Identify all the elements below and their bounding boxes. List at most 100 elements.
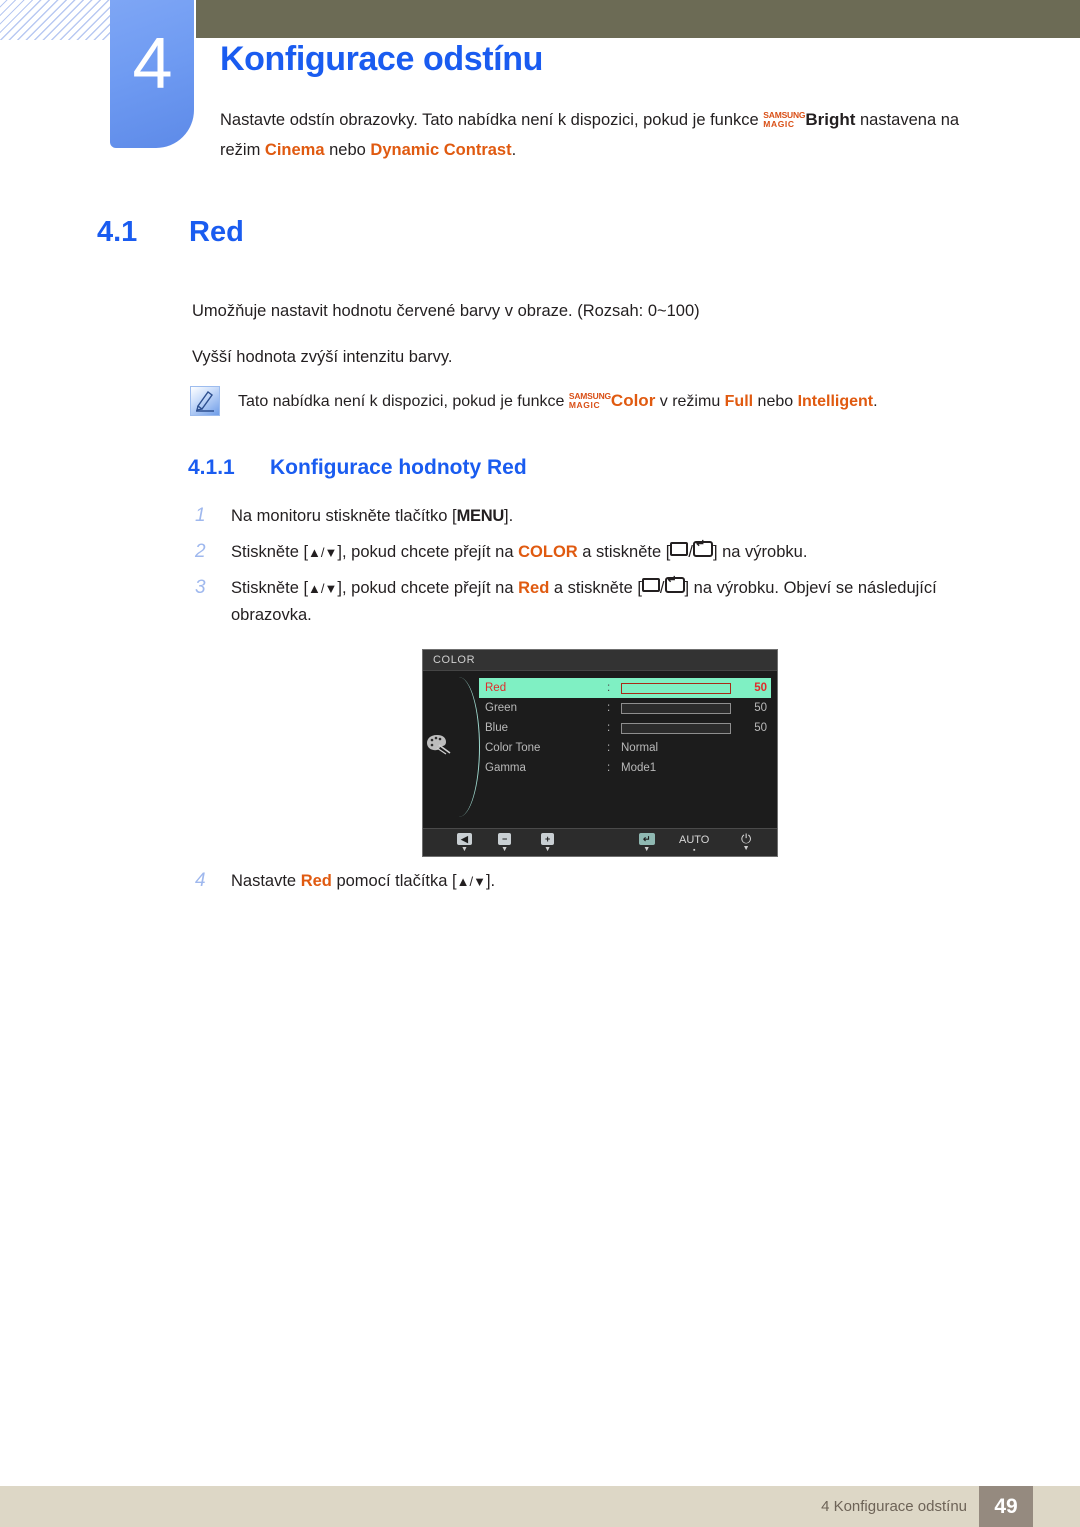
auto-button[interactable]: AUTO ▪ — [679, 834, 709, 854]
section-paragraph-1: Umožňuje nastavit hodnotu červené barvy … — [192, 302, 700, 320]
back-button[interactable]: ◀ ▼ — [457, 833, 472, 853]
osd-colon: : — [607, 742, 611, 754]
up-down-arrows-icon: ▲/▼ — [308, 545, 338, 560]
section-heading: 4.1 Red — [97, 216, 244, 249]
plus-icon: + — [541, 833, 555, 846]
enter-tick: ▼ — [643, 846, 651, 853]
osd-slider-green[interactable] — [621, 702, 731, 714]
intro-joiner: nebo — [324, 141, 371, 159]
magic-bottom-line: MAGIC — [763, 119, 795, 129]
power-icon: ⏻ — [741, 831, 752, 846]
power-button[interactable]: ⏻ ▼ — [741, 832, 751, 852]
steps-list: 1 Na monitoru stiskněte tlačítko [MENU].… — [192, 503, 1012, 638]
osd-body: Red : 50 Green : 50 Blue : 50 Color Tone… — [423, 671, 777, 828]
plus-tick: ▼ — [544, 846, 552, 853]
step-number: 3 — [195, 577, 206, 598]
up-down-arrows-icon: ▲/▼ — [456, 874, 486, 889]
osd-row-color-tone[interactable]: Color Tone : Normal — [479, 738, 771, 758]
osd-value-gamma: Mode1 — [621, 762, 657, 774]
page-number: 49 — [979, 1486, 1033, 1527]
color-palette-icon — [427, 735, 451, 755]
step4-before: Nastavte — [231, 872, 301, 890]
chapter-intro: Nastavte odstín obrazovky. Tato nabídka … — [220, 105, 980, 165]
intro-mode-dynamic-contrast: Dynamic Contrast — [370, 141, 512, 159]
osd-slider-red[interactable] — [621, 682, 731, 694]
up-down-arrows-icon: ▲/▼ — [308, 581, 338, 596]
osd-row-gamma[interactable]: Gamma : Mode1 — [479, 758, 771, 778]
osd-value-red: 50 — [754, 682, 767, 694]
step1-key-menu: MENU — [456, 507, 505, 525]
osd-title-bar: COLOR — [423, 650, 777, 671]
step3-mid2: a stiskněte [ — [549, 579, 642, 597]
section-number: 4.1 — [97, 216, 138, 248]
enter-icon: ↵ — [639, 833, 655, 846]
step3-mid3: / — [659, 579, 665, 597]
hatch-decoration — [0, 0, 112, 40]
step-number: 2 — [195, 541, 206, 562]
osd-row-blue[interactable]: Blue : 50 — [479, 718, 771, 738]
enter-button[interactable]: ↵ ▼ — [639, 833, 655, 853]
back-icon: ◀ — [457, 833, 472, 846]
minus-icon: − — [498, 833, 512, 846]
intro-period: . — [511, 141, 517, 159]
osd-value-green: 50 — [754, 702, 767, 714]
step2-before: Stiskněte [ — [231, 543, 309, 561]
samsung-magic-logo: SAMSUNG MAGIC — [763, 111, 805, 129]
note-mode-full: Full — [724, 393, 754, 410]
page-title: Konfigurace odstínu — [220, 40, 543, 78]
auto-label: AUTO — [679, 834, 710, 846]
intro-text-part1: Nastavte odstín obrazovky. Tato nabídka … — [220, 111, 764, 129]
subsection-title: Konfigurace hodnoty Red — [270, 456, 527, 479]
header-bar — [196, 0, 1080, 38]
note-pencil-glyph — [196, 391, 214, 412]
note-text-part1: Tato nabídka není k dispozici, pokud je … — [238, 393, 569, 410]
osd-button-bar: ◀ ▼ − ▼ + ▼ ↵ ▼ AUTO ▪ ⏻ ▼ — [423, 828, 777, 856]
subsection-number: 4.1.1 — [188, 456, 235, 479]
list-item: 2 Stiskněte [▲/▼], pokud chcete přejít n… — [192, 538, 1012, 566]
power-tick: ▼ — [742, 845, 750, 852]
list-item: 4 Nastavte Red pomocí tlačítka [▲/▼]. — [192, 868, 1012, 895]
note-magic-color-word: Color — [610, 391, 656, 410]
section-title: Red — [189, 216, 244, 248]
osd-label-red: Red — [485, 682, 507, 694]
step4-after: ]. — [485, 872, 496, 890]
intro-mode-cinema: Cinema — [264, 141, 325, 159]
note-text-part2: v režimu — [655, 393, 725, 410]
auto-tick: ▪ — [692, 847, 696, 854]
osd-slider-blue[interactable] — [621, 722, 731, 734]
note-magic-bottom: MAGIC — [568, 400, 601, 410]
minus-tick: ▼ — [501, 846, 509, 853]
enter-key-icon — [664, 574, 685, 593]
plus-button[interactable]: + ▼ — [541, 833, 555, 853]
source-rect-icon — [670, 542, 689, 556]
chapter-number: 4 — [132, 24, 172, 104]
step2-mid1: ], pokud chcete přejít na — [337, 543, 519, 561]
osd-colon: : — [607, 702, 611, 714]
osd-row-green[interactable]: Green : 50 — [479, 698, 771, 718]
osd-rows: Red : 50 Green : 50 Blue : 50 Color Tone… — [479, 678, 771, 778]
step1-before: Na monitoru stiskněte tlačítko [ — [231, 507, 457, 525]
osd-value-blue: 50 — [754, 722, 767, 734]
step-text: Stiskněte [▲/▼], pokud chcete přejít na … — [231, 538, 808, 566]
note-text: Tato nabídka není k dispozici, pokud je … — [238, 386, 878, 414]
steps-list-continued: 4 Nastavte Red pomocí tlačítka [▲/▼]. — [192, 868, 1012, 904]
osd-row-red[interactable]: Red : 50 — [479, 678, 771, 698]
list-item: 3 Stiskněte [▲/▼], pokud chcete přejít n… — [192, 574, 1012, 629]
step2-after: ] na výrobku. — [712, 543, 808, 561]
step3-mid1: ], pokud chcete přejít na — [337, 579, 519, 597]
osd-label-blue: Blue — [485, 722, 509, 734]
section-paragraph-2: Vyšší hodnota zvýší intenzitu barvy. — [192, 348, 453, 366]
osd-screenshot: COLOR Red : 50 Green : 50 Blue: 50 Colo… — [422, 649, 778, 857]
note-period: . — [873, 393, 878, 410]
step3-highlight-red: Red — [518, 579, 550, 597]
list-item: 1 Na monitoru stiskněte tlačítko [MENU]. — [192, 503, 1012, 530]
osd-label-green: Green — [485, 702, 517, 714]
step4-highlight-red: Red — [300, 872, 332, 890]
osd-label-gamma: Gamma — [485, 762, 526, 774]
enter-key-icon — [692, 538, 713, 557]
step2-mid2: a stiskněte [ — [577, 543, 671, 561]
note-block: Tato nabídka není k dispozici, pokud je … — [190, 386, 1010, 416]
magic-bright-word: Bright — [805, 110, 856, 129]
minus-button[interactable]: − ▼ — [498, 833, 512, 853]
step1-after: ]. — [504, 507, 514, 525]
